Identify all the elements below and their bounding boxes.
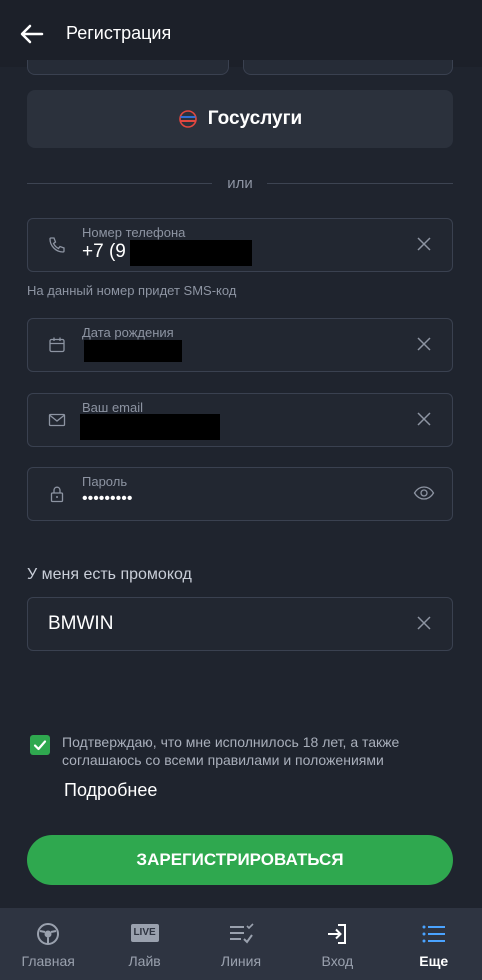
- gosuslugi-logo-icon: [178, 110, 197, 128]
- birthdate-field[interactable]: Дата рождения: [27, 318, 453, 372]
- consent-text: Подтверждаю, что мне исполнилось 18 лет,…: [62, 734, 400, 768]
- previous-option-card[interactable]: [243, 60, 453, 75]
- login-icon: [328, 924, 347, 944]
- nav-more[interactable]: Еще: [386, 908, 482, 980]
- phone-label: Номер телефона: [82, 225, 186, 240]
- redacted-block: [130, 240, 252, 266]
- arrow-left-icon[interactable]: [18, 20, 46, 48]
- nav-home[interactable]: Главная: [0, 908, 96, 980]
- nav-label: Лайв: [128, 953, 161, 969]
- promo-title: У меня есть промокод: [27, 566, 192, 583]
- phone-field[interactable]: Номер телефона +7 (9: [27, 218, 453, 272]
- menu-icon: [422, 925, 445, 943]
- nav-label: Главная: [21, 953, 75, 969]
- app-header: Регистрация: [0, 0, 482, 67]
- gosuslugi-button[interactable]: Госуслуги: [27, 90, 453, 148]
- checkmark-icon: [33, 740, 47, 751]
- clear-icon[interactable]: [415, 235, 433, 253]
- redacted-block: [84, 340, 182, 362]
- password-value: •••••••••: [82, 490, 133, 507]
- nav-label: Еще: [419, 953, 449, 969]
- password-field[interactable]: Пароль •••••••••: [27, 467, 453, 521]
- promo-value: BMWIN: [48, 613, 114, 634]
- page-title: Регистрация: [66, 23, 172, 43]
- or-divider: или: [27, 175, 453, 193]
- calendar-icon: [49, 337, 65, 353]
- clear-icon[interactable]: [415, 335, 433, 353]
- nav-label: Линия: [220, 953, 262, 969]
- gosuslugi-label: Госуслуги: [207, 108, 303, 129]
- phone-icon: [49, 237, 65, 253]
- clear-icon[interactable]: [415, 410, 433, 428]
- redacted-block: [80, 414, 220, 440]
- list-check-icon: [229, 923, 254, 944]
- birthdate-label: Дата рождения: [82, 325, 174, 340]
- divider-text: или: [227, 175, 253, 192]
- mail-icon: [48, 413, 66, 427]
- more-link[interactable]: Подробнее: [64, 780, 157, 801]
- nav-login[interactable]: Вход: [289, 908, 385, 980]
- home-ball-icon: [37, 923, 60, 945]
- lock-icon: [50, 486, 64, 503]
- bottom-nav: Главная LIVE Лайв Линия Вход Еще: [0, 908, 482, 980]
- nav-live[interactable]: LIVE Лайв: [96, 908, 192, 980]
- nav-label: Вход: [321, 953, 354, 969]
- consent-checkbox[interactable]: [30, 735, 50, 755]
- email-field[interactable]: Ваш email: [27, 393, 453, 447]
- nav-line[interactable]: Линия: [193, 908, 289, 980]
- password-label: Пароль: [82, 474, 128, 489]
- register-button[interactable]: ЗАРЕГИСТРИРОВАТЬСЯ: [27, 835, 453, 885]
- live-icon: LIVE: [130, 924, 159, 942]
- phone-hint: На данный номер придет SMS-код: [27, 283, 237, 298]
- previous-option-card[interactable]: [27, 60, 229, 75]
- clear-icon[interactable]: [415, 614, 433, 632]
- email-label: Ваш email: [82, 400, 144, 415]
- phone-value: +7 (9: [82, 241, 126, 262]
- promo-code-field[interactable]: BMWIN: [27, 597, 453, 651]
- eye-icon[interactable]: [413, 484, 435, 502]
